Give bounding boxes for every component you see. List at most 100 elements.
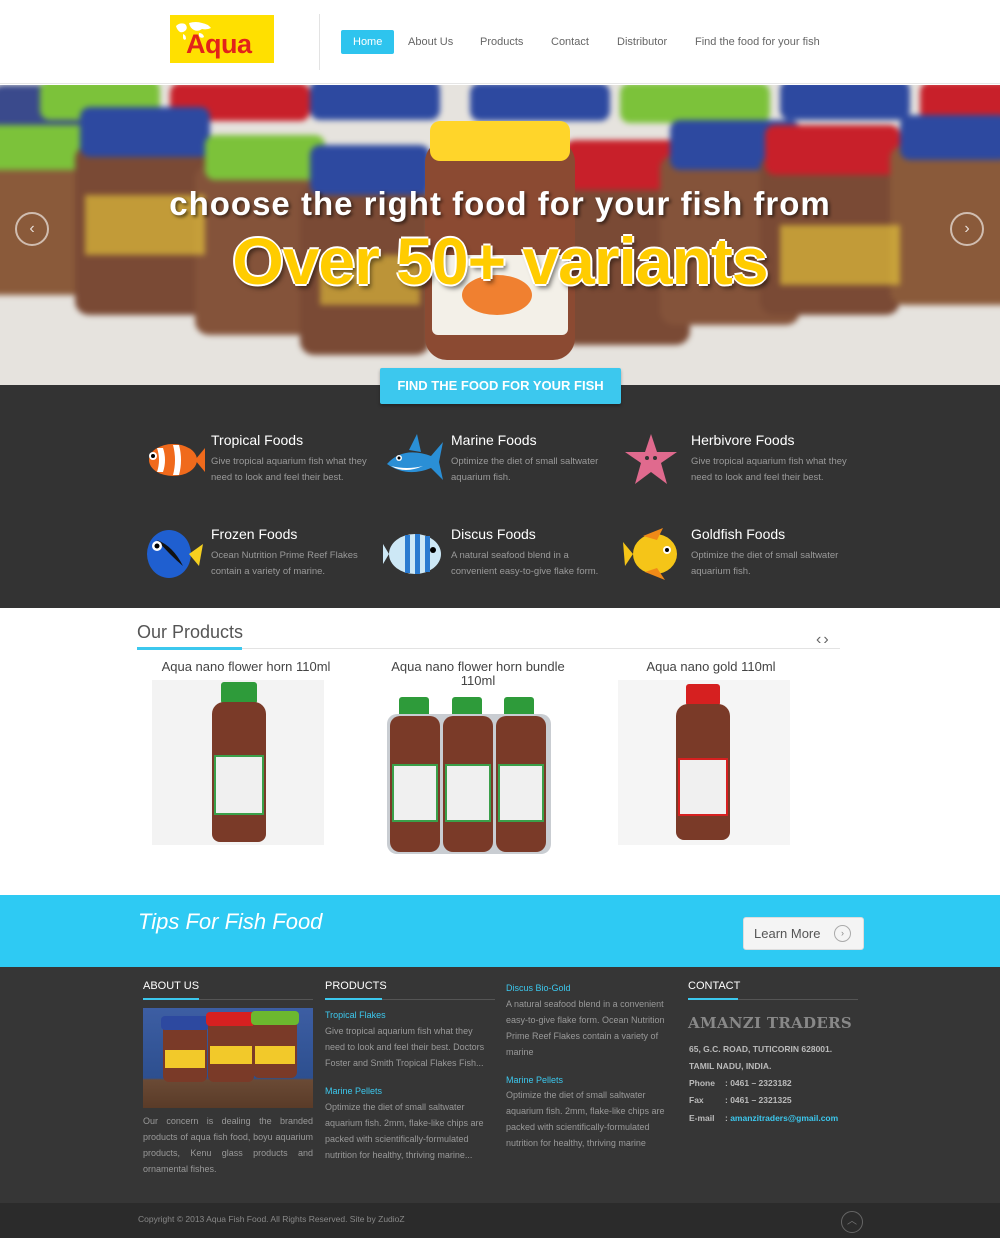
- feature-desc: Optimize the diet of small saltwater aqu…: [451, 456, 599, 483]
- chevron-up-icon: ︿: [847, 1216, 857, 1227]
- footer-about-title: ABOUT US: [143, 980, 200, 992]
- footer-product-text: Give tropical aquarium fish what they ne…: [325, 1026, 485, 1068]
- chevron-right-icon: ›: [964, 220, 970, 237]
- hero-headline: choose the right food for your fish from: [169, 185, 831, 222]
- logo-text: Aqua: [186, 29, 252, 59]
- products-carousel-nav[interactable]: ‹›: [816, 631, 831, 649]
- angelfish-icon: [623, 528, 677, 580]
- bottle-cap: [221, 682, 257, 704]
- nav-products[interactable]: Products: [480, 30, 523, 54]
- contact-fax: Fax : 0461 – 2321325: [689, 1092, 792, 1109]
- nav-distributor[interactable]: Distributor: [617, 30, 667, 54]
- contact-email: E-mail: amanzitraders@gmail.com: [689, 1110, 838, 1127]
- aqua-logo[interactable]: Aqua: [170, 15, 274, 63]
- feature-desc: Ocean Nutrition Prime Reef Flakes contai…: [211, 550, 358, 577]
- products-heading: Our Products: [137, 622, 244, 642]
- tips-heading: Tips For Fish Food: [138, 909, 323, 934]
- copyright-bar: Copyright © 2013 Aqua Fish Food. All Rig…: [0, 1203, 1000, 1238]
- bottle-label: [678, 758, 728, 816]
- nav-find-food[interactable]: Find the food for your fish: [695, 30, 820, 54]
- site-header: Aqua Home About Us Products Contact Dist…: [0, 0, 1000, 84]
- footer-accent: [325, 998, 382, 1000]
- clownfish-icon: [149, 444, 205, 476]
- slider-next-button[interactable]: ›: [950, 212, 984, 246]
- slider-prev-button[interactable]: ‹: [15, 212, 49, 246]
- hero-subheadline: Over 50+ variants: [232, 224, 768, 298]
- feature-title: Frozen Foods: [211, 526, 298, 542]
- footer-contact-title: CONTACT: [688, 980, 741, 992]
- feature-desc: A natural seafood blend in a convenient …: [451, 550, 599, 577]
- product-name: Aqua nano flower horn bundle 110ml: [391, 659, 565, 688]
- fax-value: : 0461 – 2321325: [725, 1095, 792, 1105]
- footer-product-link[interactable]: Marine Pellets: [506, 1075, 563, 1085]
- footer-accent: [143, 998, 199, 1000]
- product-name: Aqua nano gold 110ml: [646, 659, 776, 674]
- footer-accent: [688, 998, 738, 1000]
- feature-desc: Give tropical aquarium fish what they ne…: [211, 456, 367, 483]
- products-divider: [137, 648, 840, 649]
- products-heading-accent: [137, 647, 242, 650]
- contact-address-line2: TAMIL NADU, INDIA.: [689, 1061, 772, 1071]
- bottle-label: [392, 764, 438, 822]
- shark-icon: [387, 434, 443, 480]
- find-food-section: FIND THE FOOD FOR YOUR FISH Tropical Foo…: [0, 368, 1000, 608]
- email-link[interactable]: amanzitraders@gmail.com: [730, 1113, 838, 1123]
- feature-desc: Give tropical aquarium fish what they ne…: [691, 456, 847, 483]
- bottle-label: [498, 764, 544, 822]
- chevron-right-icon: ›: [834, 925, 851, 942]
- footer-product-text: Optimize the diet of small saltwater aqu…: [325, 1102, 484, 1160]
- feature-marine-foods[interactable]: Marine Foods Optimize the diet of small …: [383, 432, 613, 502]
- feature-title: Tropical Foods: [211, 432, 304, 448]
- contact-address-line1: 65, G.C. ROAD, TUTICORIN 628001.: [689, 1044, 833, 1054]
- back-to-top-button[interactable]: ︿: [841, 1211, 863, 1233]
- chevron-left-icon: ‹: [29, 220, 35, 237]
- learn-more-button[interactable]: Learn More ›: [743, 917, 864, 950]
- copyright-text: Copyright © 2013 Aqua Fish Food. All Rig…: [138, 1214, 405, 1224]
- footer-products-title: PRODUCTS: [325, 980, 387, 992]
- product-image[interactable]: [618, 680, 790, 845]
- feature-tropical-foods[interactable]: Tropical Foods Give tropical aquarium fi…: [143, 432, 373, 502]
- fax-label: Fax: [689, 1095, 704, 1105]
- phone-value: : 0461 – 2323182: [725, 1078, 792, 1088]
- blue-tang-icon: [147, 530, 203, 578]
- feature-title: Discus Foods: [451, 526, 536, 542]
- chevron-left-right-icon: ‹›: [816, 631, 831, 648]
- bottle-label: [214, 755, 264, 815]
- hero-slider: choose the right food for your fish from…: [0, 85, 1000, 385]
- nav-home[interactable]: Home: [341, 30, 395, 54]
- product-card[interactable]: Aqua nano gold 110ml: [611, 660, 811, 674]
- footer-product-text: Optimize the diet of small saltwater aqu…: [506, 1090, 665, 1148]
- footer-product-text: A natural seafood blend in a convenient …: [506, 999, 665, 1057]
- nav-about-us[interactable]: About Us: [408, 30, 453, 54]
- starfish-icon: [625, 434, 677, 484]
- about-image: [143, 1008, 313, 1108]
- feature-frozen-foods[interactable]: Frozen Foods Ocean Nutrition Prime Reef …: [143, 526, 373, 596]
- company-name: AMANZI TRADERS: [688, 1014, 852, 1032]
- phone-label: Phone: [689, 1078, 715, 1088]
- email-label: E-mail: [689, 1113, 715, 1123]
- feature-herbivore-foods[interactable]: Herbivore Foods Give tropical aquarium f…: [623, 432, 853, 502]
- product-image[interactable]: [384, 694, 554, 856]
- feature-title: Goldfish Foods: [691, 526, 786, 542]
- feature-desc: Optimize the diet of small saltwater aqu…: [691, 550, 839, 577]
- find-food-button[interactable]: FIND THE FOOD FOR YOUR FISH: [380, 368, 621, 404]
- product-name: Aqua nano flower horn 110ml: [161, 659, 331, 674]
- footer-product-link[interactable]: Marine Pellets: [325, 1086, 382, 1096]
- contact-phone: Phone : 0461 – 2323182: [689, 1075, 792, 1092]
- bottle-label: [445, 764, 491, 822]
- learn-more-label: Learn More: [754, 926, 821, 941]
- tips-banner: Tips For Fish Food Learn More ›: [0, 895, 1000, 967]
- product-image[interactable]: [152, 680, 324, 845]
- footer-about-text: Our concern is dealing the branded produ…: [143, 1116, 313, 1174]
- product-card[interactable]: Aqua nano flower horn 110ml: [146, 660, 346, 674]
- product-card[interactable]: Aqua nano flower horn bundle 110ml: [378, 660, 578, 688]
- header-divider: [319, 14, 320, 70]
- footer-product-link[interactable]: Discus Bio-Gold: [506, 983, 571, 993]
- feature-title: Herbivore Foods: [691, 432, 795, 448]
- feature-goldfish-foods[interactable]: Goldfish Foods Optimize the diet of smal…: [623, 526, 853, 596]
- footer-product-link[interactable]: Tropical Flakes: [325, 1010, 386, 1020]
- nav-contact[interactable]: Contact: [551, 30, 589, 54]
- bottle-cap: [686, 684, 720, 706]
- feature-discus-foods[interactable]: Discus Foods A natural seafood blend in …: [383, 526, 613, 596]
- feature-title: Marine Foods: [451, 432, 537, 448]
